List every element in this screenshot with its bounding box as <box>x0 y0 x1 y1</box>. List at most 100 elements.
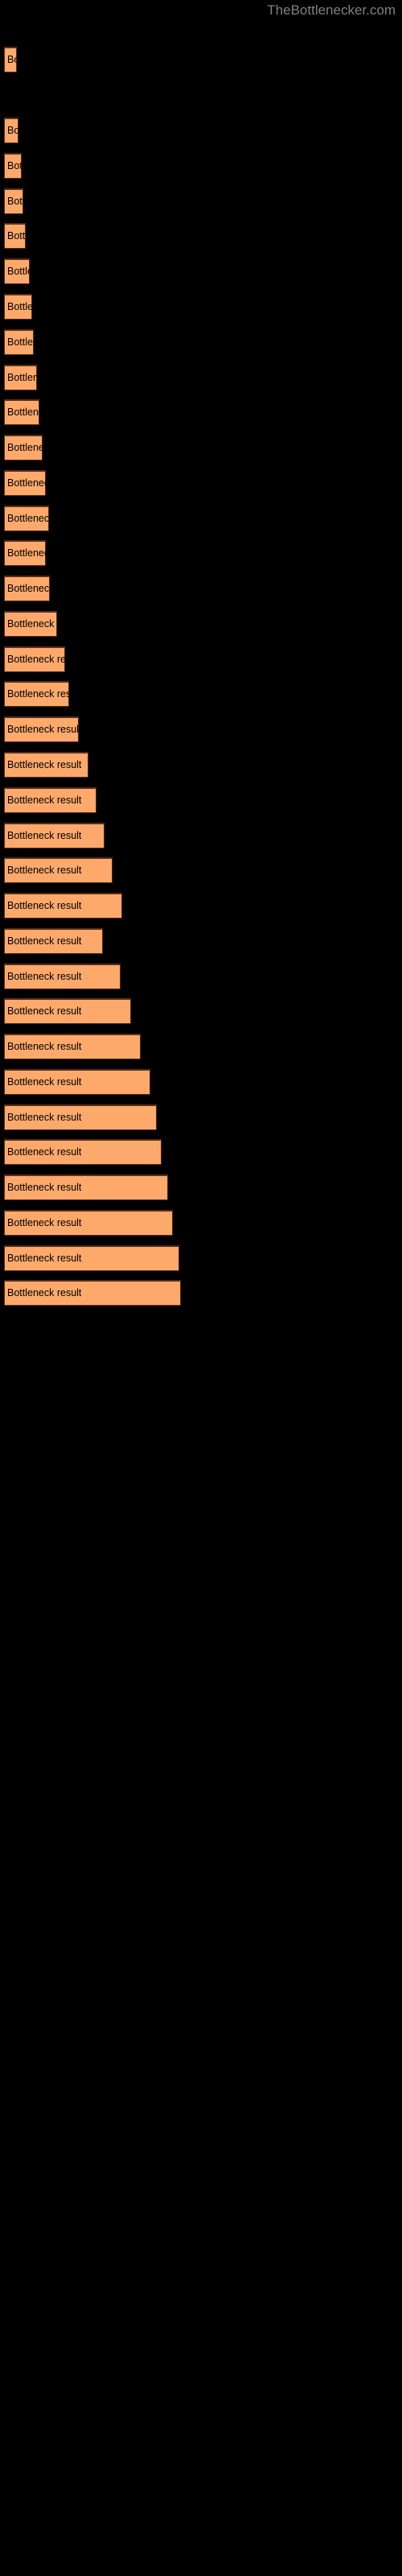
bar-label: Bottleneck result <box>7 654 65 665</box>
bar-label: Bottleneck result <box>7 759 82 770</box>
bar-label: Bottleneck result <box>7 971 82 982</box>
bar-label: Bottleneck result <box>7 301 32 312</box>
bar-row: Bottleneck result <box>4 857 113 883</box>
bar-row: Bottleneck result <box>4 329 34 355</box>
bar-label-clip: Bottleneck result <box>4 329 34 355</box>
bar-label: Bottleneck result <box>7 1005 82 1017</box>
bar-label-clip: Bottleneck result <box>4 1280 181 1306</box>
bar-label: Bottleneck result <box>7 1076 82 1088</box>
bar-row: Bottleneck result <box>4 964 121 989</box>
bar-row: Bottleneck result <box>4 1069 150 1095</box>
bar-row: Bottleneck result <box>4 506 49 531</box>
bar-label: Bottleneck result <box>7 54 17 65</box>
bar-label-clip: Bottleneck result <box>4 787 96 813</box>
bar-label-clip: Bottleneck result <box>4 470 46 496</box>
bar-label: Bottleneck result <box>7 724 79 735</box>
bar-label: Bottleneck result <box>7 1182 82 1193</box>
bar-row: Bottleneck result <box>4 646 65 672</box>
bar-row: Bottleneck result <box>4 188 23 214</box>
bar-label-clip: Bottleneck result <box>4 506 49 531</box>
bar-label-clip: Bottleneck result <box>4 258 30 284</box>
bar-label-clip: Bottleneck result <box>4 823 105 848</box>
bar-label: Bottleneck result <box>7 125 18 136</box>
bar-label: Bottleneck result <box>7 1041 82 1052</box>
bar-label-clip: Bottleneck result <box>4 153 22 179</box>
bar-label-clip: Bottleneck result <box>4 1245 179 1271</box>
bar-label: Bottleneck result <box>7 513 49 524</box>
bar-label-clip: Bottleneck result <box>4 540 46 566</box>
bar-row: Bottleneck result <box>4 258 30 284</box>
bar-label: Bottleneck result <box>7 830 82 841</box>
bar-label-clip: Bottleneck result <box>4 1139 162 1165</box>
bar-row: Bottleneck result <box>4 153 22 179</box>
bar-label-clip: Bottleneck result <box>4 188 23 214</box>
bar-row: Bottleneck result <box>4 1245 179 1271</box>
bar-row: Bottleneck result <box>4 752 88 778</box>
bar-row: Bottleneck result <box>4 470 46 496</box>
bar-label-clip: Bottleneck result <box>4 365 37 390</box>
bar-label: Bottleneck result <box>7 1146 82 1158</box>
bar-label: Bottleneck result <box>7 442 43 453</box>
bar-label: Bottleneck result <box>7 795 82 806</box>
bar-label-clip: Bottleneck result <box>4 435 43 460</box>
bar-label-clip: Bottleneck result <box>4 928 103 954</box>
bar-label-clip: Bottleneck result <box>4 611 57 637</box>
bar-label-clip: Bottleneck result <box>4 893 122 919</box>
bar-chart-canvas: TheBottlenecker.com Bottleneck resultBot… <box>0 0 402 2576</box>
bar-label: Bottleneck result <box>7 372 37 383</box>
bar-row: Bottleneck result <box>4 787 96 813</box>
bar-label-clip: Bottleneck result <box>4 998 131 1024</box>
bar-row: Bottleneck result <box>4 998 131 1024</box>
bar-row: Bottleneck result <box>4 716 79 742</box>
bar-label: Bottleneck result <box>7 865 82 876</box>
bar-label-clip: Bottleneck result <box>4 857 113 883</box>
bar-row: Bottleneck result <box>4 1210 173 1236</box>
bar-label: Bottleneck result <box>7 547 46 559</box>
bar-label-clip: Bottleneck result <box>4 752 88 778</box>
bar-row: Bottleneck result <box>4 365 37 390</box>
bar-row: Bottleneck result <box>4 294 32 320</box>
bar-label-clip: Bottleneck result <box>4 1034 141 1059</box>
bar-label-clip: Bottleneck result <box>4 964 121 989</box>
bar-label-clip: Bottleneck result <box>4 294 32 320</box>
bar-row: Bottleneck result <box>4 435 43 460</box>
bar-label-clip: Bottleneck result <box>4 118 18 143</box>
bars-layer: Bottleneck result Bottleneck result Bottle… <box>0 0 402 2576</box>
bar-label: Bottleneck result <box>7 266 30 277</box>
bar-row: Bottleneck result <box>4 223 26 249</box>
bar-label: Bottleneck result <box>7 230 26 242</box>
bar-label-clip: Bottleneck result <box>4 1210 173 1236</box>
bar-label-clip: Bottleneck result <box>4 576 50 601</box>
bar-label-clip: Bottleneck result <box>4 399 39 425</box>
bar-row: Bottleneck result <box>4 47 17 72</box>
bar-label-clip: Bottleneck result <box>4 1104 157 1130</box>
bar-label: Bottleneck result <box>7 160 22 171</box>
bar-label: Bottleneck result <box>7 583 50 594</box>
bar-label: Bottleneck result <box>7 196 23 207</box>
bar-label: Bottleneck result <box>7 407 39 418</box>
bar-row: Bottleneck result <box>4 928 103 954</box>
bar-label: Bottleneck result <box>7 1253 82 1264</box>
bar-label: Bottleneck result <box>7 935 82 947</box>
bar-label-clip: Bottleneck result <box>4 47 17 72</box>
bar-label-clip: Bottleneck result <box>4 646 65 672</box>
bar-row: Bottleneck result <box>4 1280 181 1306</box>
bar-row: Bottleneck result <box>4 540 46 566</box>
bar-label: Bottleneck result <box>7 1287 82 1298</box>
bar-label: Bottleneck result <box>7 336 34 348</box>
bar-row: Bottleneck result <box>4 1104 157 1130</box>
bar-row: Bottleneck result <box>4 681 69 707</box>
bar-row: Bottleneck result <box>4 576 50 601</box>
bar-row: Bottleneck result <box>4 611 57 637</box>
bar-label: Bottleneck result <box>7 618 57 630</box>
bar-label-clip: Bottleneck result <box>4 223 26 249</box>
bar-label-clip: Bottleneck result <box>4 716 79 742</box>
bar-row: Bottleneck result <box>4 1174 168 1200</box>
bar-row: Bottleneck result <box>4 399 39 425</box>
bar-label: Bottleneck result <box>7 477 46 489</box>
bar-label-clip: Bottleneck result <box>4 1069 150 1095</box>
bar-row: Bottleneck result <box>4 823 105 848</box>
bar-label-clip: Bottleneck result <box>4 1174 168 1200</box>
bar-label: Bottleneck result <box>7 688 69 700</box>
bar-row: Bottleneck result <box>4 118 18 143</box>
